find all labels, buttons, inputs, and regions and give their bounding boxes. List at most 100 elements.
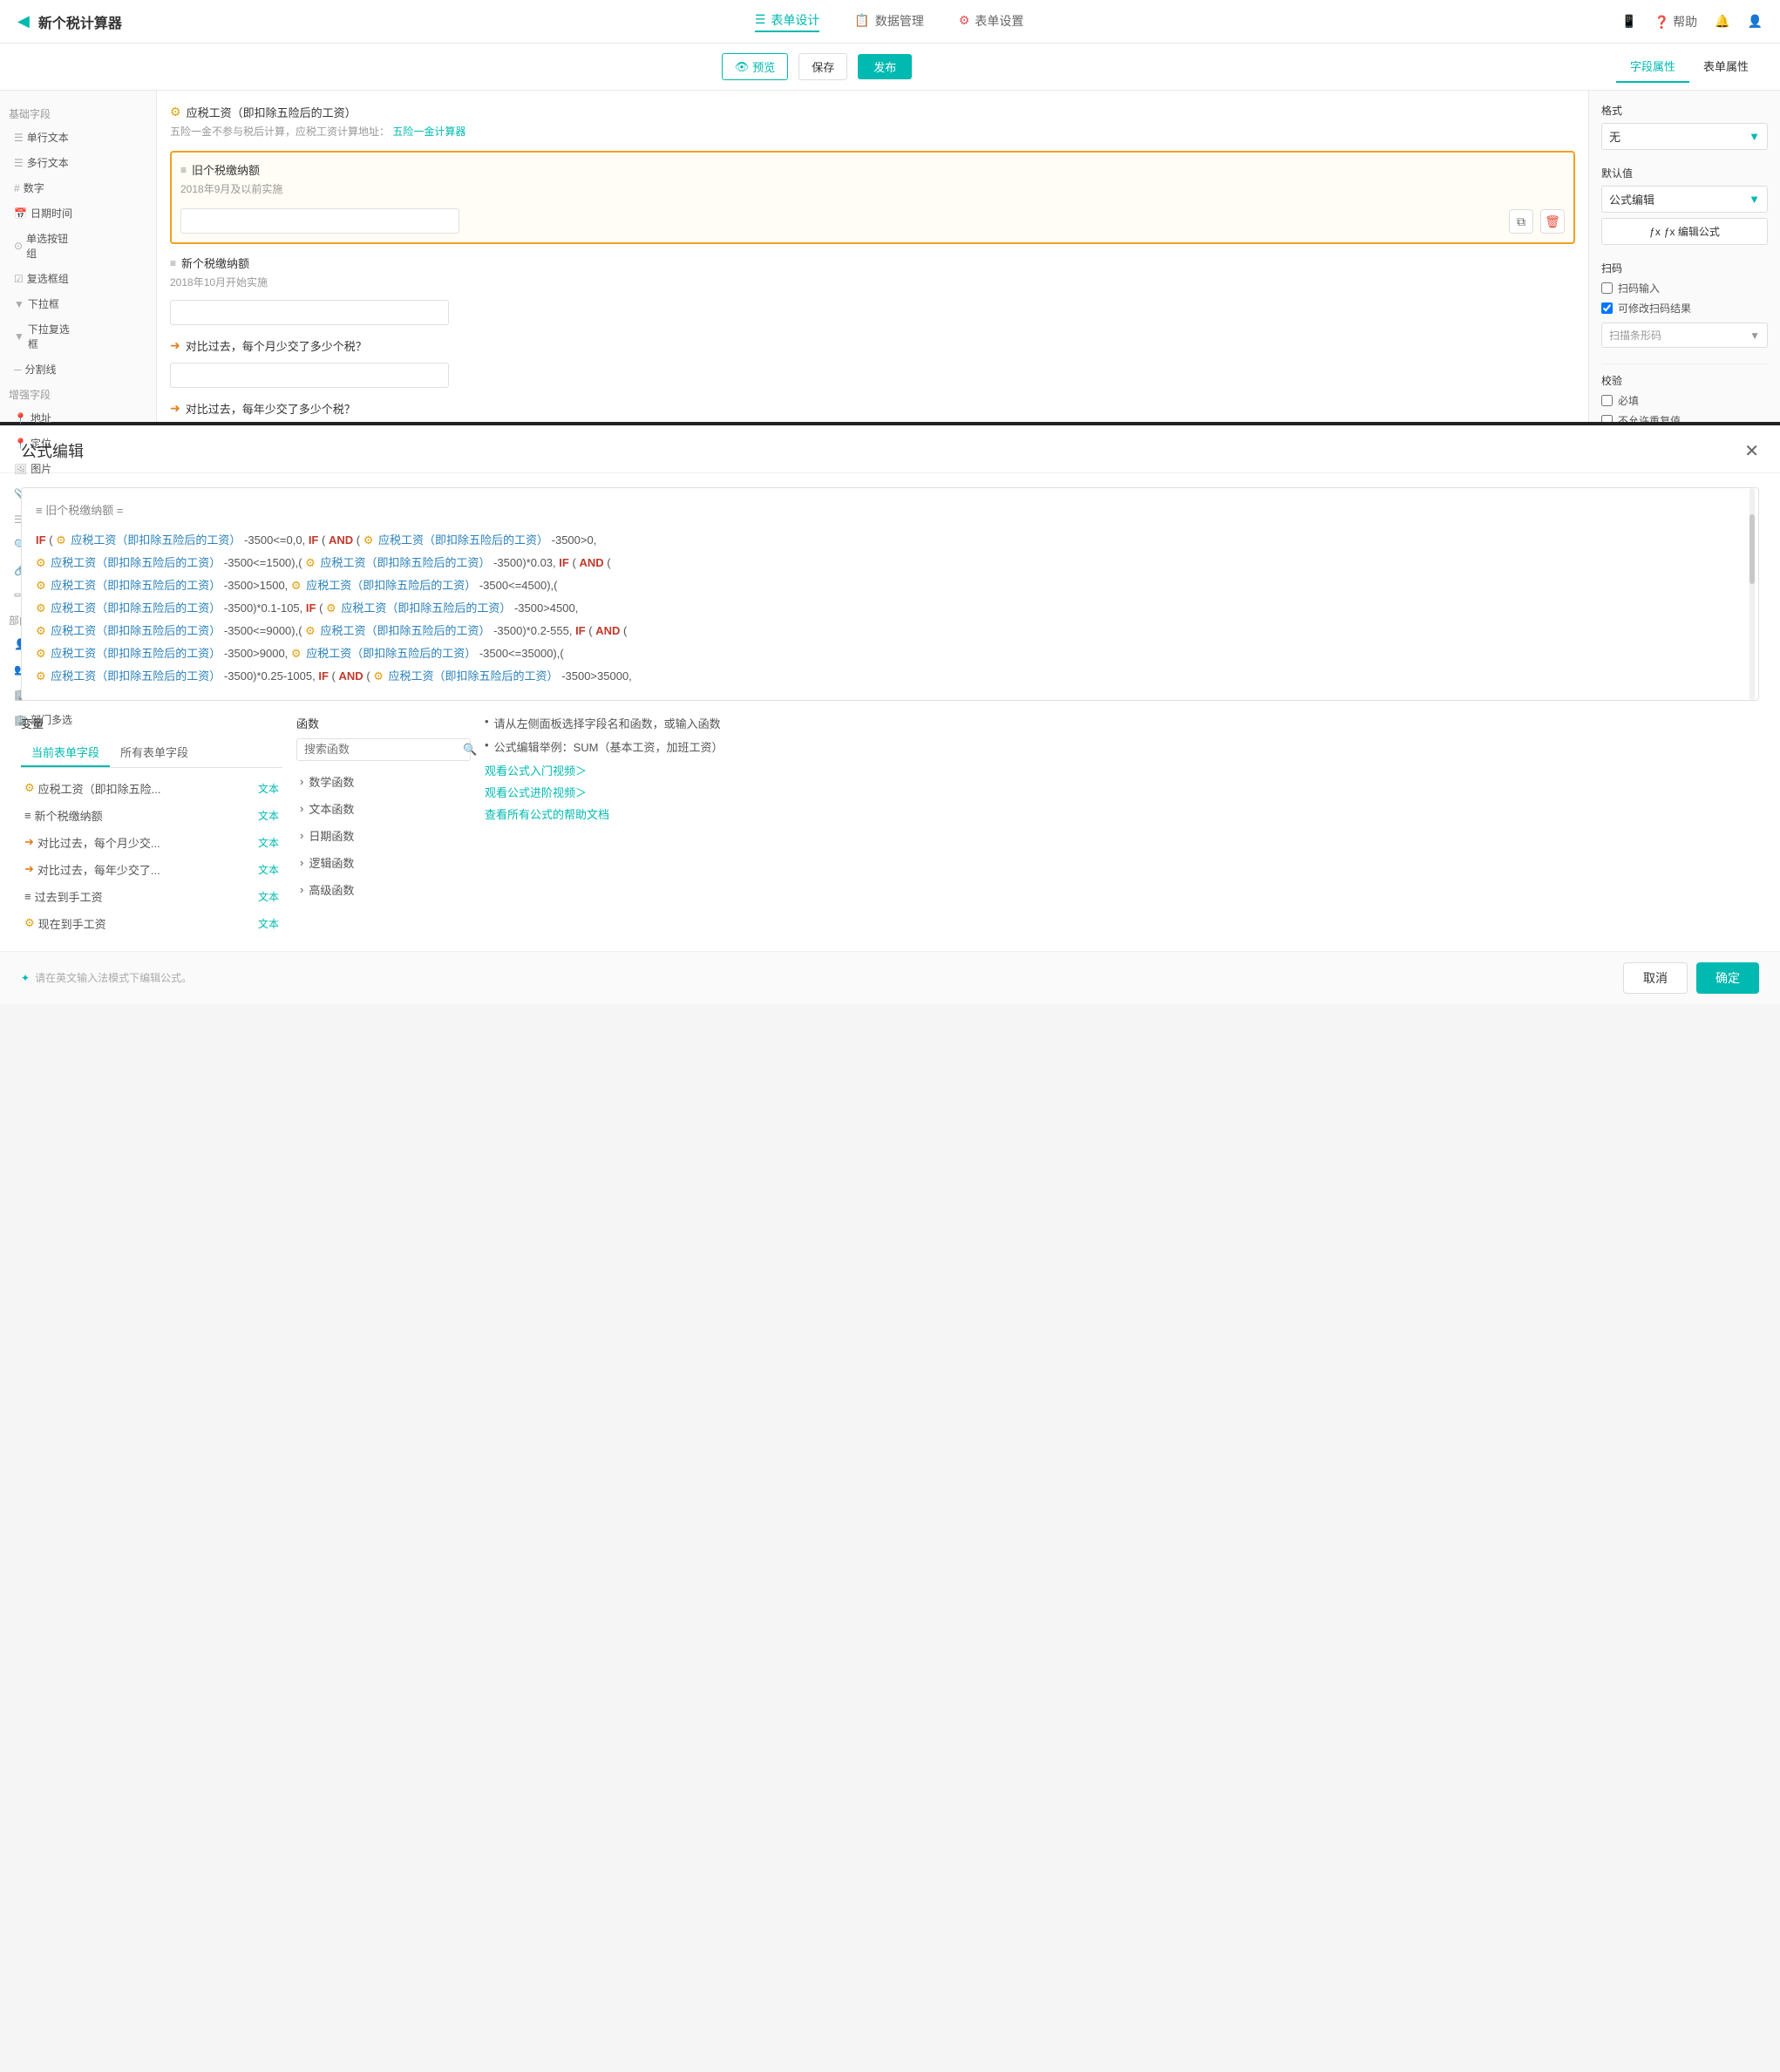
chevron-right-icon-date: ›	[300, 829, 303, 842]
field-name-5: ⚙ 现在到手工资	[24, 915, 106, 932]
list-item[interactable]: ⚙ 现在到手工资 文本	[21, 910, 282, 937]
list-item[interactable]: ⚙ 应税工资（即扣除五险... 文本	[21, 775, 282, 802]
scan-section: 扫码 扫码输入 可修改扫码结果 扫描条形码 ▼	[1601, 261, 1768, 348]
radio-icon: ⊙	[14, 240, 23, 252]
sidebar-item-multi-dropdown[interactable]: ▼ 下拉复选框	[9, 318, 78, 355]
vars-tabs: 当前表单字段 所有表单字段	[21, 738, 282, 768]
preview-button[interactable]: 👁 预览	[722, 53, 789, 80]
advanced-funcs[interactable]: › 高级函数	[296, 876, 471, 903]
chevron-right-icon-text: ›	[300, 802, 303, 815]
no-duplicate-checkbox[interactable]: 不允许重复值	[1601, 413, 1768, 422]
if-keyword-1: IF	[36, 533, 46, 547]
field-icon-eq-4: ≡	[24, 890, 31, 903]
field-icon-gear-5: ⚙	[24, 916, 35, 930]
formula-expression-area[interactable]: ≡ 旧个税缴纳额 = IF ( ⚙ 应税工资（即扣除五险后的工资） -3500<…	[21, 487, 1759, 701]
edit-formula-button[interactable]: ƒx ƒx 编辑公式	[1601, 218, 1768, 245]
math-funcs[interactable]: › 数学函数	[296, 768, 471, 795]
sidebar-item-divider[interactable]: ─ 分割线	[9, 358, 78, 380]
required-checkbox[interactable]: 必填	[1601, 393, 1768, 408]
tab-all-fields[interactable]: 所有表单字段	[110, 738, 199, 767]
func-categories: › 数学函数 › 文本函数 › 日期函数 › 逻辑函数	[296, 768, 471, 903]
enhanced-fields-title: 增强字段	[9, 387, 147, 402]
sidebar-item-dropdown[interactable]: ▼ 下拉框	[9, 293, 78, 315]
intro-video-link[interactable]: 观看公式入门视频＞	[485, 762, 1759, 778]
eye-icon: 👁	[735, 60, 750, 74]
wuxian-link[interactable]: 五险一金计算器	[392, 126, 465, 138]
text-funcs[interactable]: › 文本函数	[296, 795, 471, 822]
back-button[interactable]: ◀	[17, 12, 30, 31]
format-select-arrow: ▼	[1749, 130, 1760, 143]
old-tax-input[interactable]	[180, 208, 459, 234]
list-item[interactable]: ≡ 新个税缴纳额 文本	[21, 802, 282, 829]
help-bullet-1: 请从左侧面板选择字段名和函数，或输入函数	[485, 715, 1759, 731]
func-search-box[interactable]: 🔍	[296, 738, 471, 761]
device-icon[interactable]: 📱	[1621, 14, 1636, 29]
cancel-button[interactable]: 取消	[1623, 962, 1688, 994]
format-label: 格式	[1601, 103, 1768, 118]
panel-divider	[1601, 363, 1768, 364]
scan-type-select[interactable]: 扫描条形码 ▼	[1601, 323, 1768, 348]
help-link[interactable]: ❓ 帮助	[1654, 13, 1697, 31]
new-tax-input[interactable]	[170, 300, 449, 325]
scan-input-check[interactable]	[1601, 282, 1613, 294]
field-name-1: ≡ 新个税缴纳额	[24, 807, 103, 824]
confirm-button[interactable]: 确定	[1696, 962, 1759, 994]
formula-code: IF ( ⚙ 应税工资（即扣除五险后的工资） -3500<=0,0, IF ( …	[36, 529, 1744, 688]
sidebar-item-checkbox[interactable]: ☑ 复选框组	[9, 268, 78, 289]
tab-form-design[interactable]: ☰ 表单设计	[755, 11, 820, 32]
save-button[interactable]: 保存	[798, 53, 847, 80]
list-item[interactable]: ➜ 对比过去，每年少交了... 文本	[21, 856, 282, 883]
tab-form-props[interactable]: 表单属性	[1689, 51, 1763, 83]
main-layout: 基础字段 ☰ 单行文本 ☰ 多行文本 # 数字 📅 日期时间	[0, 91, 1780, 422]
logic-funcs[interactable]: › 逻辑函数	[296, 849, 471, 876]
tab-current-fields[interactable]: 当前表单字段	[21, 738, 110, 767]
scrollbar-track	[1749, 488, 1755, 700]
sidebar-item-radio[interactable]: ⊙ 单选按钮组	[9, 228, 78, 264]
tab-field-props[interactable]: 字段属性	[1616, 51, 1689, 83]
form-design-icon: ☰	[755, 12, 766, 27]
form-settings-icon: ⚙	[959, 13, 970, 28]
sidebar-item-single-text[interactable]: ☰ 单行文本	[9, 126, 78, 148]
tab-data-mgmt[interactable]: 📋 数据管理	[854, 12, 923, 31]
advanced-video-link[interactable]: 观看公式进阶视频＞	[485, 784, 1759, 800]
delete-field-button[interactable]: 🗑	[1540, 209, 1565, 234]
sidebar-item-number[interactable]: # 数字	[9, 177, 78, 199]
tab-form-settings[interactable]: ⚙ 表单设置	[959, 12, 1024, 31]
scan-modify-checkbox[interactable]: 可修改扫码结果	[1601, 301, 1768, 316]
multi-text-icon: ☰	[14, 157, 24, 169]
help-bullet-2: 公式编辑举例：SUM（基本工资，加班工资）	[485, 738, 1759, 755]
notification-icon[interactable]: 🔔	[1715, 14, 1729, 29]
basic-fields-title: 基础字段	[9, 106, 147, 121]
scan-modify-check[interactable]	[1601, 302, 1613, 314]
field-type-4: 文本	[258, 889, 279, 904]
default-value-select[interactable]: 公式编辑 ▼	[1601, 186, 1768, 213]
new-tax-subtitle: 2018年10月开始实施	[170, 275, 1575, 289]
required-check[interactable]	[1601, 395, 1613, 406]
divider-icon: ─	[14, 363, 22, 376]
func-search-input[interactable]	[304, 743, 458, 756]
compare-monthly-input[interactable]	[170, 363, 449, 388]
old-tax-field[interactable]: ≡ 旧个税缴纳额 2018年9月及以前实施 ⧉ 🗑	[170, 151, 1575, 244]
scrollbar-thumb[interactable]	[1749, 514, 1755, 584]
list-item[interactable]: ➜ 对比过去，每个月少交... 文本	[21, 829, 282, 856]
field-type-2: 文本	[258, 835, 279, 850]
field-type-5: 文本	[258, 916, 279, 931]
publish-button[interactable]: 发布	[858, 54, 912, 79]
formula-line-3: ⚙ 应税工资（即扣除五险后的工资） -3500>1500, ⚙ 应税工资（即扣除…	[36, 574, 1744, 597]
sidebar-item-datetime[interactable]: 📅 日期时间	[9, 202, 78, 224]
address-icon: 📍	[14, 412, 27, 425]
date-funcs[interactable]: › 日期函数	[296, 822, 471, 849]
list-item[interactable]: ≡ 过去到手工资 文本	[21, 883, 282, 910]
user-icon[interactable]: 👤	[1748, 14, 1763, 29]
sidebar-item-multi-text[interactable]: ☰ 多行文本	[9, 152, 78, 173]
scan-input-checkbox[interactable]: 扫码输入	[1601, 281, 1768, 296]
no-duplicate-check[interactable]	[1601, 415, 1613, 422]
sidebar-item-address[interactable]: 📍 地址	[9, 407, 78, 429]
taxable-income-icon: ⚙	[170, 105, 181, 119]
format-select[interactable]: 无 ▼	[1601, 123, 1768, 150]
chevron-right-icon-adv: ›	[300, 883, 303, 896]
formula-close-button[interactable]: ✕	[1744, 440, 1759, 462]
copy-field-button[interactable]: ⧉	[1509, 209, 1533, 234]
help-docs-link[interactable]: 查看所有公式的帮助文档	[485, 805, 1759, 822]
validate-checkboxes: 必填 不允许重复值	[1601, 393, 1768, 422]
